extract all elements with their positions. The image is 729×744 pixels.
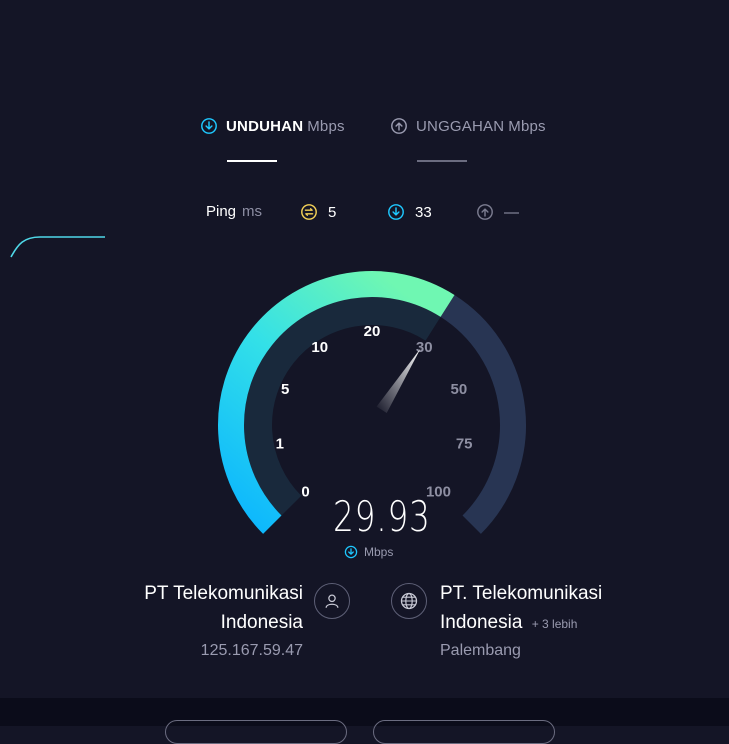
globe-icon[interactable]: [391, 583, 427, 619]
tab-download-underline: [227, 160, 277, 162]
footer-button-right[interactable]: [373, 720, 555, 744]
ping-idle: 5: [300, 203, 336, 221]
isp-name-line1: PT Telekomunikasi: [144, 583, 303, 604]
isp-name-line2: Indonesia: [220, 612, 303, 633]
speed-graph-line: [10, 236, 105, 258]
ping-download-icon: [388, 204, 404, 220]
isp-ip: 125.167.59.47: [200, 642, 303, 659]
server-location: Palembang: [440, 642, 521, 659]
ping-upload-icon: [477, 204, 493, 220]
ping-download-value: 33: [415, 203, 432, 221]
isp-name: PT Telekomunikasi Indonesia: [144, 579, 303, 637]
gauge-tick-label: 20: [364, 323, 381, 340]
gauge-tick-label: 75: [456, 435, 473, 452]
server-name-line2: Indonesia: [440, 612, 523, 633]
ping-upload-value: —: [504, 203, 519, 221]
footer-button-left[interactable]: [165, 720, 347, 744]
ping-idle-value: 5: [328, 203, 337, 221]
gauge-needle: [376, 348, 421, 414]
gauge-tick-label: 5: [281, 381, 289, 398]
speed-unit-group: Mbps: [344, 545, 393, 559]
user-icon: [314, 583, 350, 619]
tab-upload-underline: [417, 160, 467, 162]
gauge-tick-label: 0: [301, 483, 309, 500]
gauge-track: [440, 294, 526, 534]
server-name-line1: PT. Telekomunikasi: [440, 583, 603, 604]
ping-label: Ping: [206, 203, 237, 220]
tab-upload[interactable]: UNGGAHAN Mbps: [390, 117, 546, 135]
ping-idle-icon: [301, 204, 317, 220]
tab-download-unit: Mbps: [307, 117, 345, 135]
gauge-tick-label: 30: [416, 339, 433, 356]
upload-circle-icon: [391, 118, 407, 134]
speed-unit: Mbps: [364, 545, 394, 559]
server-name[interactable]: PT. Telekomunikasi Indonesia + 3 lebih: [440, 579, 602, 639]
tab-download[interactable]: UNDUHAN Mbps: [200, 117, 345, 135]
gauge-tick-label: 1: [276, 435, 284, 452]
unit-download-icon: [344, 545, 358, 559]
ping-download: 33: [387, 203, 432, 221]
download-circle-icon: [201, 118, 217, 134]
server-more-link[interactable]: + 3 lebih: [532, 617, 578, 631]
speed-value: 29.93: [333, 492, 431, 541]
server-name-line2-row: Indonesia + 3 lebih: [440, 608, 602, 639]
ping-upload: —: [476, 203, 519, 221]
footer-bar: [0, 698, 729, 726]
gauge-tick-label: 10: [311, 339, 328, 356]
ping-label-group: Ping ms: [206, 203, 262, 220]
tab-download-label: UNDUHAN: [226, 117, 304, 135]
gauge-inner-shade: [244, 297, 441, 516]
tab-upload-unit: Mbps: [508, 117, 546, 135]
gauge-tick-label: 50: [451, 381, 468, 398]
tab-upload-label: UNGGAHAN: [416, 117, 505, 135]
ping-unit: ms: [242, 203, 263, 220]
